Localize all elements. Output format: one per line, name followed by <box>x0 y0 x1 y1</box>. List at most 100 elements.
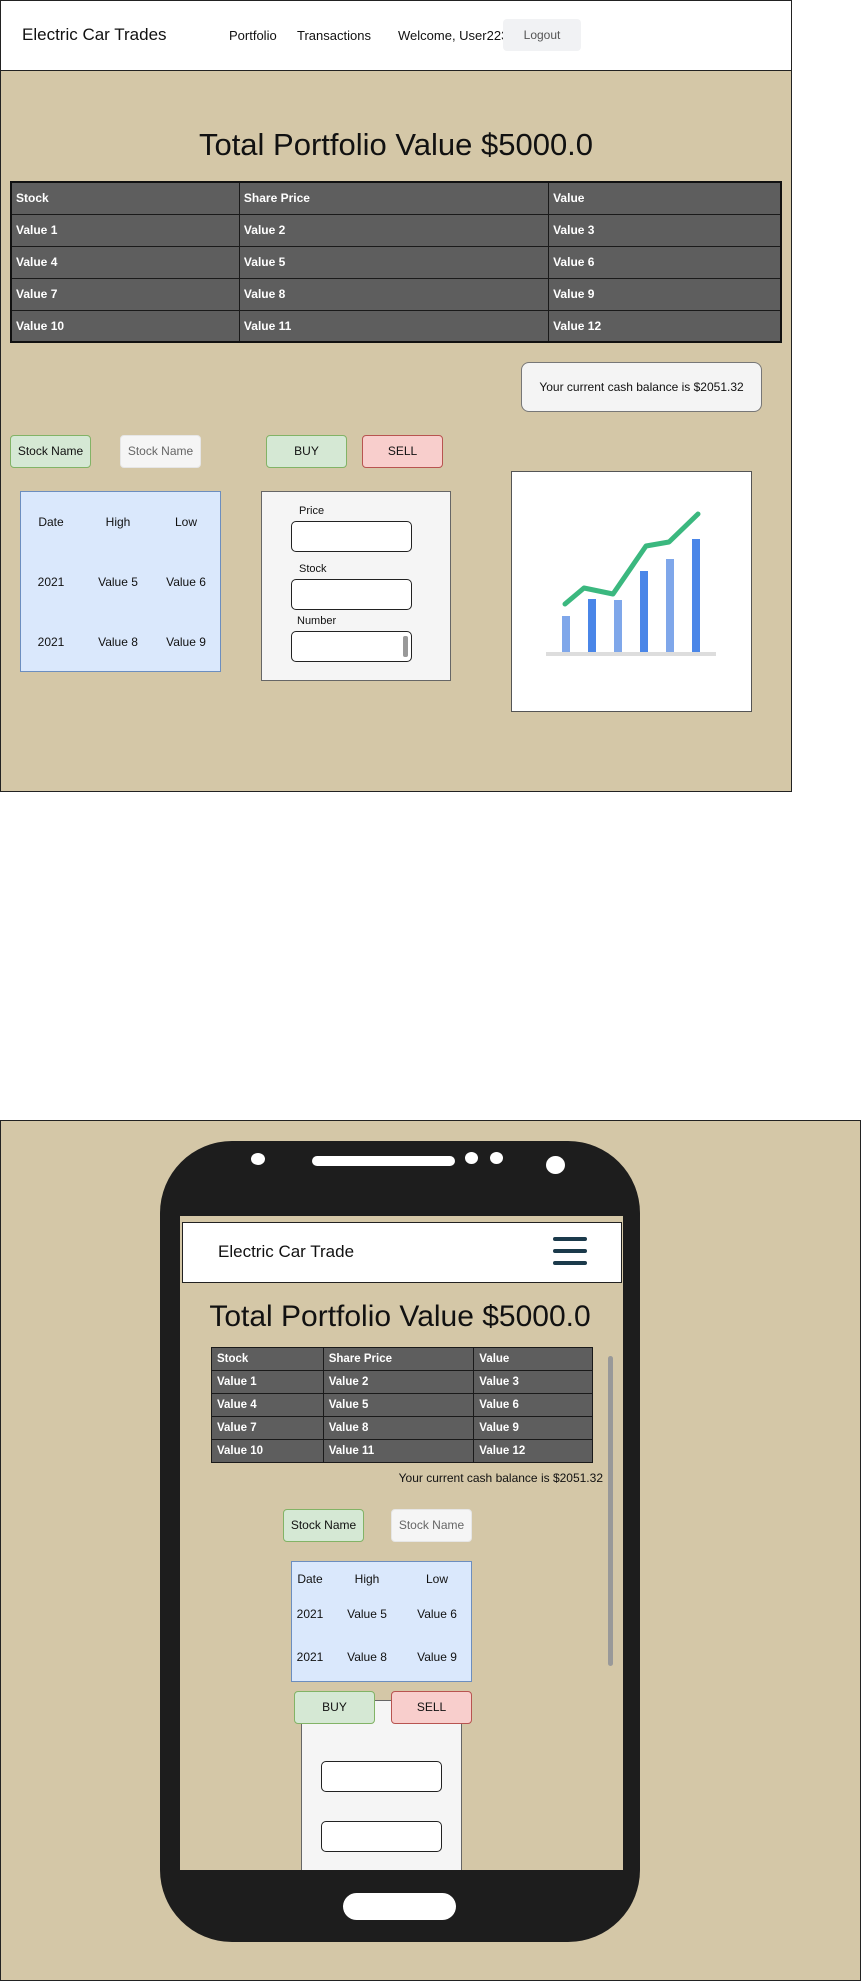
history-header-low: Low <box>174 515 197 529</box>
history-cell: Value 8 <box>347 1650 387 1664</box>
table-cell: Value 12 <box>548 309 782 343</box>
mobile-price-history-panel: Date High Low 2021 Value 5 Value 6 2021 … <box>291 1561 472 1682</box>
mobile-wireframe: Electric Car Trade Total Portfolio Value… <box>0 1120 861 1981</box>
portfolio-table: Stock Share Price Value Value 1 Value 2 … <box>10 181 782 343</box>
home-button[interactable] <box>343 1893 456 1920</box>
table-cell: Value 9 <box>548 277 782 311</box>
table-cell: Value 8 <box>322 1416 475 1440</box>
number-label: Number <box>297 615 337 627</box>
table-cell: Value 11 <box>238 309 550 343</box>
nav-transactions[interactable]: Transactions <box>297 28 371 43</box>
number-field-scrollbar[interactable] <box>403 636 408 657</box>
table-cell: Value 3 <box>548 213 782 247</box>
phone-camera <box>546 1156 565 1174</box>
bar-line-chart-icon <box>546 511 716 656</box>
table-row[interactable]: Value 7 Value 8 Value 9 <box>211 1416 593 1440</box>
price-field[interactable] <box>291 521 412 552</box>
mobile-scrollbar[interactable] <box>608 1356 613 1666</box>
table-cell: Value 10 <box>211 1439 324 1463</box>
stock-label: Stock <box>299 563 327 575</box>
mobile-header: Electric Car Trade <box>182 1222 622 1283</box>
table-row[interactable]: Value 7 Value 8 Value 9 <box>10 277 782 311</box>
column-header-share-price: Share Price <box>238 181 550 215</box>
table-row[interactable]: Value 10 Value 11 Value 12 <box>10 309 782 343</box>
cash-balance-box: Your current cash balance is $2051.32 <box>521 362 762 412</box>
hamburger-menu-icon[interactable] <box>553 1237 587 1267</box>
column-header-value: Value <box>548 181 782 215</box>
table-cell: Value 1 <box>10 213 240 247</box>
table-cell: Value 6 <box>473 1393 593 1417</box>
history-cell: Value 5 <box>347 1607 387 1621</box>
mobile-brand-name: Electric Car Trade <box>218 1242 355 1261</box>
table-row[interactable]: Value 4 Value 5 Value 6 <box>211 1393 593 1417</box>
table-cell: Value 5 <box>238 245 550 279</box>
table-cell: Value 10 <box>10 309 240 343</box>
history-header-date: Date <box>38 515 64 529</box>
history-cell: Value 9 <box>166 635 206 649</box>
mobile-sell-button[interactable]: SELL <box>391 1691 472 1724</box>
table-cell: Value 1 <box>211 1370 324 1394</box>
column-header-stock: Stock <box>211 1347 324 1371</box>
column-header-value: Value <box>473 1347 593 1371</box>
stock-name-input[interactable]: Stock Name <box>120 435 201 468</box>
column-header-stock: Stock <box>10 181 240 215</box>
stock-name-button[interactable]: Stock Name <box>10 435 91 468</box>
table-cell: Value 7 <box>10 277 240 311</box>
table-cell: Value 8 <box>238 277 550 311</box>
history-header-low: Low <box>425 1572 448 1586</box>
phone-sensor <box>490 1152 503 1164</box>
phone-sensor <box>465 1152 478 1164</box>
table-cell: Value 4 <box>211 1393 324 1417</box>
mobile-cash-balance: Your current cash balance is $2051.32 <box>398 1471 603 1485</box>
table-cell: Value 2 <box>238 213 550 247</box>
mobile-buy-button[interactable]: BUY <box>294 1691 375 1724</box>
table-row[interactable]: Value 4 Value 5 Value 6 <box>10 245 782 279</box>
trade-form-panel: Price Stock Number <box>261 491 451 681</box>
history-header-high: High <box>105 515 131 529</box>
mobile-stock-name-input[interactable]: Stock Name <box>391 1509 472 1542</box>
price-label: Price <box>299 505 325 517</box>
top-header: Electric Car Trades Portfolio Transactio… <box>1 1 791 71</box>
table-cell: Value 6 <box>548 245 782 279</box>
brand-name: Electric Car Trades <box>22 25 167 44</box>
table-cell: Value 5 <box>322 1393 475 1417</box>
history-cell: Value 6 <box>166 575 206 589</box>
chart-image <box>511 471 752 712</box>
desktop-wireframe: Electric Car Trades Portfolio Transactio… <box>0 0 792 792</box>
history-cell: Value 5 <box>98 575 138 589</box>
history-cell: 2021 <box>37 635 65 649</box>
table-header-row: Stock Share Price Value <box>10 181 782 215</box>
history-cell: Value 6 <box>417 1607 457 1621</box>
table-cell: Value 2 <box>322 1370 475 1394</box>
table-cell: Value 3 <box>473 1370 593 1394</box>
table-header-row: Stock Share Price Value <box>211 1347 593 1371</box>
table-row[interactable]: Value 1 Value 2 Value 3 <box>211 1370 593 1394</box>
page-title: Total Portfolio Value $5000.0 <box>198 127 594 162</box>
history-header-date: Date <box>297 1572 323 1586</box>
mobile-portfolio-table: Stock Share Price Value Value 1 Value 2 … <box>211 1347 593 1463</box>
history-cell: Value 8 <box>98 635 138 649</box>
history-cell: 2021 <box>37 575 65 589</box>
nav-portfolio[interactable]: Portfolio <box>229 28 277 43</box>
mobile-stock-name-button[interactable]: Stock Name <box>283 1509 364 1542</box>
history-cell: Value 9 <box>417 1650 457 1664</box>
buy-button[interactable]: BUY <box>266 435 347 468</box>
table-row[interactable]: Value 10 Value 11 Value 12 <box>211 1439 593 1463</box>
mobile-page-title: Total Portfolio Value $5000.0 <box>209 1300 591 1333</box>
number-field[interactable] <box>291 631 412 662</box>
table-cell: Value 4 <box>10 245 240 279</box>
table-row[interactable]: Value 1 Value 2 Value 3 <box>10 213 782 247</box>
stock-field[interactable] <box>291 579 412 610</box>
sell-button[interactable]: SELL <box>362 435 443 468</box>
phone-sensor <box>251 1153 265 1165</box>
history-cell: 2021 <box>296 1607 324 1621</box>
phone-screen: Electric Car Trade Total Portfolio Value… <box>180 1216 623 1870</box>
phone-speaker <box>312 1156 455 1166</box>
history-cell: 2021 <box>296 1650 324 1664</box>
column-header-share-price: Share Price <box>322 1347 475 1371</box>
mobile-price-field[interactable] <box>321 1761 442 1792</box>
mobile-stock-field[interactable] <box>321 1821 442 1852</box>
mobile-trade-form-panel <box>301 1700 462 1870</box>
price-history-panel: Date High Low 2021 Value 5 Value 6 2021 … <box>20 491 221 672</box>
logout-button[interactable]: Logout <box>503 19 581 51</box>
